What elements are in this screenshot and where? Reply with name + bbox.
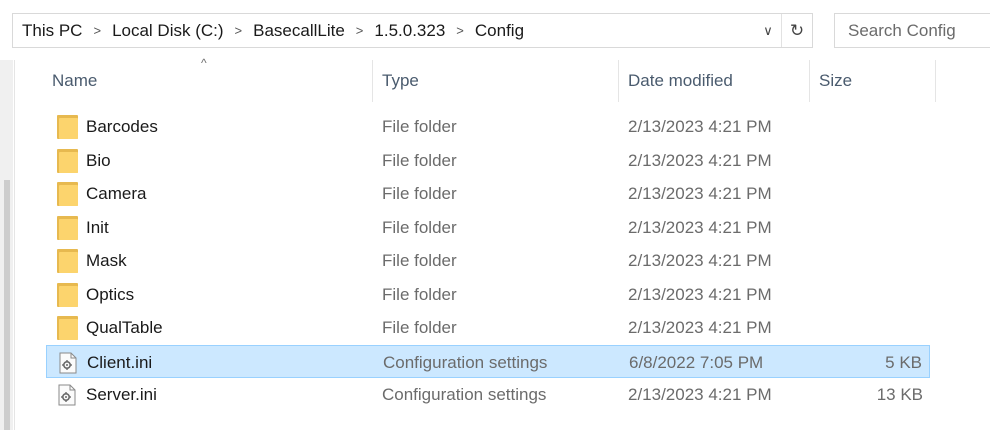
file-row[interactable]: Client.ini Configuration settings 6/8/2022…: [46, 345, 930, 378]
address-bar[interactable]: This PC > Local Disk (C:) > BasecallLite…: [12, 13, 813, 48]
folder-icon: [56, 311, 78, 344]
file-date-modified: 2/13/2023 4:21 PM: [628, 250, 772, 270]
chevron-down-icon[interactable]: ∨: [755, 14, 781, 47]
scrollbar-thumb[interactable]: [4, 180, 10, 430]
breadcrumb: This PC > Local Disk (C:) > BasecallLite…: [13, 14, 755, 47]
column-header: Name ^ Type Date modified Size: [38, 56, 990, 102]
column-name-header[interactable]: Name: [52, 60, 372, 102]
file-type: File folder: [382, 317, 457, 337]
settings-file-icon: [56, 378, 78, 411]
file-type: File folder: [382, 183, 457, 203]
file-row[interactable]: Optics File folder 2/13/2023 4:21 PM: [46, 278, 930, 311]
file-name: Camera: [86, 183, 147, 203]
file-type: File folder: [382, 250, 457, 270]
file-row[interactable]: Init File folder 2/13/2023 4:21 PM: [46, 211, 930, 244]
column-date-header[interactable]: Date modified: [628, 60, 808, 102]
column-type-header[interactable]: Type: [382, 60, 616, 102]
breadcrumb-config[interactable]: Config: [473, 21, 526, 41]
file-name: QualTable: [86, 317, 163, 337]
file-type: Configuration settings: [383, 352, 548, 372]
file-row[interactable]: Server.ini Configuration settings 2/13/202…: [46, 378, 930, 411]
pane-divider[interactable]: [14, 60, 15, 430]
chevron-right-icon[interactable]: >: [347, 23, 373, 38]
file-type: File folder: [382, 150, 457, 170]
file-type: File folder: [382, 217, 457, 237]
folder-icon: [56, 144, 78, 177]
chevron-right-icon[interactable]: >: [447, 23, 473, 38]
breadcrumb-basecalllite[interactable]: BasecallLite: [251, 21, 347, 41]
file-date-modified: 2/13/2023 4:21 PM: [628, 217, 772, 237]
folder-icon: [56, 244, 78, 277]
file-date-modified: 2/13/2023 4:21 PM: [628, 116, 772, 136]
file-date-modified: 2/13/2023 4:21 PM: [628, 150, 772, 170]
file-name: Client.ini: [87, 352, 153, 372]
file-type: Configuration settings: [382, 384, 547, 404]
refresh-icon[interactable]: ↻: [781, 14, 812, 47]
file-row[interactable]: Bio File folder 2/13/2023 4:21 PM: [46, 144, 930, 177]
column-type-label: Type: [382, 71, 419, 90]
folder-icon: [56, 110, 78, 143]
breadcrumb-this-pc[interactable]: This PC: [20, 21, 84, 41]
file-name: Barcodes: [86, 116, 158, 136]
file-size: 5 KB: [885, 352, 922, 372]
file-type: File folder: [382, 284, 457, 304]
file-row[interactable]: Camera File folder 2/13/2023 4:21 PM: [46, 177, 930, 210]
column-date-label: Date modified: [628, 71, 733, 90]
file-name: Bio: [86, 150, 111, 170]
file-date-modified: 2/13/2023 4:21 PM: [628, 317, 772, 337]
column-divider[interactable]: [935, 60, 936, 102]
file-row[interactable]: QualTable File folder 2/13/2023 4:21 PM: [46, 311, 930, 344]
file-name: Server.ini: [86, 384, 157, 404]
column-divider[interactable]: [618, 60, 619, 102]
file-date-modified: 6/8/2022 7:05 PM: [629, 352, 764, 372]
folder-icon: [56, 211, 78, 244]
column-name-label: Name: [52, 71, 98, 90]
breadcrumb-version[interactable]: 1.5.0.323: [372, 21, 447, 41]
breadcrumb-local-disk[interactable]: Local Disk (C:): [110, 21, 225, 41]
file-size: 13 KB: [876, 384, 923, 404]
column-size-header[interactable]: Size: [819, 60, 929, 102]
search-input[interactable]: Search Config: [834, 13, 990, 48]
sort-ascending-icon: ^: [201, 56, 207, 70]
chevron-right-icon[interactable]: >: [226, 23, 252, 38]
folder-icon: [56, 177, 78, 210]
file-date-modified: 2/13/2023 4:21 PM: [628, 284, 772, 304]
file-date-modified: 2/13/2023 4:21 PM: [628, 384, 772, 404]
file-name: Mask: [86, 250, 127, 270]
column-divider[interactable]: [372, 60, 373, 102]
file-name: Optics: [86, 284, 135, 304]
column-size-label: Size: [819, 71, 853, 90]
file-row[interactable]: Mask File folder 2/13/2023 4:21 PM: [46, 244, 930, 277]
folder-icon: [56, 278, 78, 311]
settings-file-icon: [57, 346, 79, 379]
chevron-right-icon[interactable]: >: [84, 23, 110, 38]
file-type: File folder: [382, 116, 457, 136]
file-name: Init: [86, 217, 109, 237]
column-divider[interactable]: [809, 60, 810, 102]
file-date-modified: 2/13/2023 4:21 PM: [628, 183, 772, 203]
file-row[interactable]: Barcodes File folder 2/13/2023 4:21 PM: [46, 110, 930, 143]
